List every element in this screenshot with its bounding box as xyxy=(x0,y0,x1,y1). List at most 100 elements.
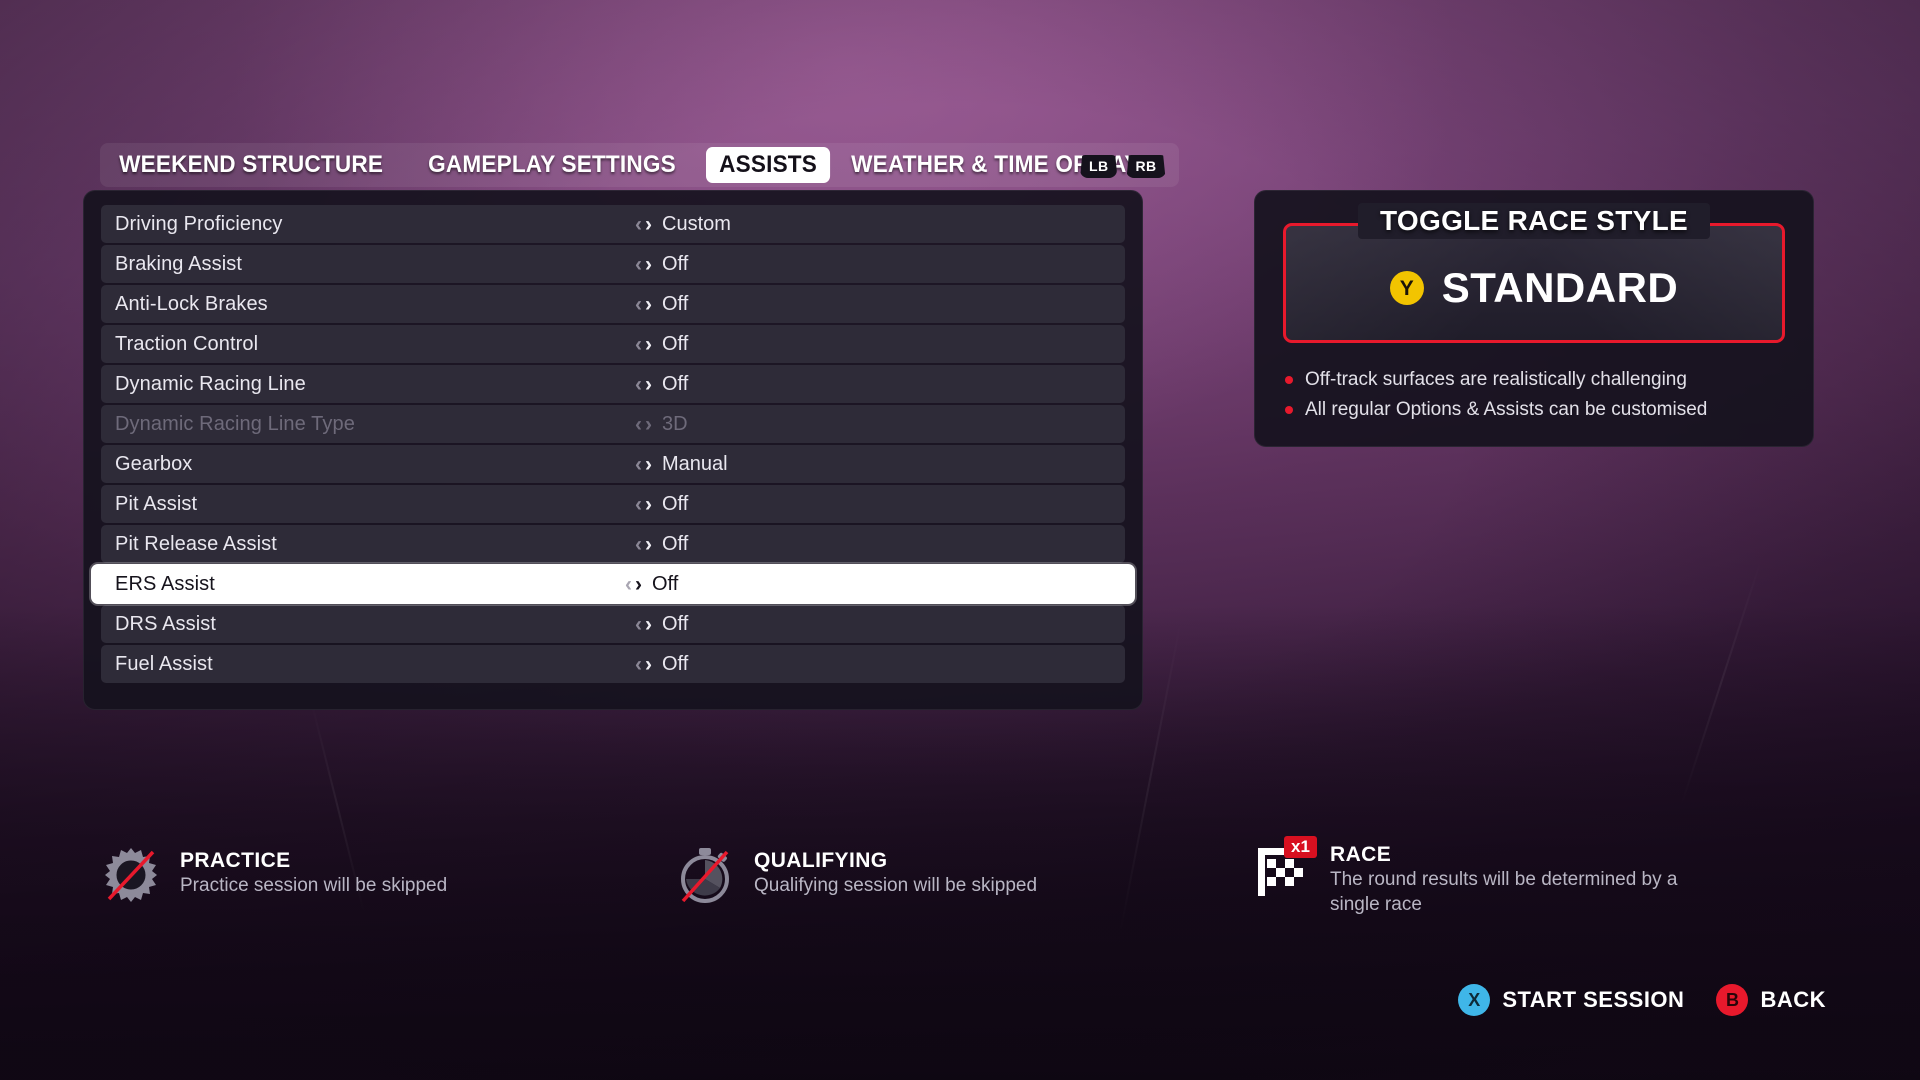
settings-row-label: Gearbox xyxy=(115,452,193,475)
settings-row[interactable]: ERS Assist ‹ › Off xyxy=(91,564,1135,604)
chevron-right-icon[interactable]: › xyxy=(645,454,652,475)
settings-row[interactable]: Anti-Lock Brakes ‹ › Off xyxy=(101,285,1125,323)
chevron-right-icon[interactable]: › xyxy=(645,294,652,315)
bullet-dot-icon xyxy=(1285,376,1293,384)
x-button-icon[interactable]: X xyxy=(1458,984,1491,1016)
settings-row[interactable]: Braking Assist ‹ › Off xyxy=(101,245,1125,283)
value-stepper: ‹ › xyxy=(635,534,652,555)
chevron-right-icon[interactable]: › xyxy=(645,334,652,355)
chevron-left-icon[interactable]: ‹ xyxy=(635,494,642,515)
tab-assists[interactable]: ASSISTS xyxy=(706,147,831,183)
rb-button-icon[interactable]: RB xyxy=(1126,155,1166,178)
chevron-left-icon[interactable]: ‹ xyxy=(635,654,642,675)
settings-row-value: Off xyxy=(662,532,689,555)
chevron-left-icon[interactable]: ‹ xyxy=(635,334,642,355)
y-button-icon[interactable]: Y xyxy=(1389,271,1424,305)
chevron-right-icon[interactable]: › xyxy=(645,654,652,675)
value-stepper: ‹ › xyxy=(635,374,652,395)
value-stepper: ‹ › xyxy=(635,654,652,675)
chevron-left-icon[interactable]: ‹ xyxy=(635,534,642,555)
settings-row-label: Dynamic Racing Line Type xyxy=(115,412,355,435)
chevron-right-icon[interactable]: › xyxy=(645,214,652,235)
settings-row-value-group: ‹ › Off xyxy=(635,293,688,316)
settings-row-value-group: ‹ › Off xyxy=(635,253,688,276)
chevron-left-icon[interactable]: ‹ xyxy=(635,214,642,235)
settings-row[interactable]: Gearbox ‹ › Manual xyxy=(101,445,1125,483)
settings-row-value: Off xyxy=(662,372,689,395)
settings-row[interactable]: Driving Proficiency ‹ › Custom xyxy=(101,205,1125,243)
session-description: The round results will be determined by … xyxy=(1330,869,1678,915)
settings-row-value: Off xyxy=(662,612,689,635)
value-stepper: ‹ › xyxy=(635,454,652,475)
chevron-right-icon[interactable]: › xyxy=(645,254,652,275)
settings-row-value: Off xyxy=(662,292,689,315)
settings-row-label: Fuel Assist xyxy=(115,652,213,675)
settings-row[interactable]: Pit Assist ‹ › Off xyxy=(101,485,1125,523)
settings-row-value-group: ‹ › Off xyxy=(635,613,688,636)
settings-row-value: Custom xyxy=(662,212,731,235)
settings-row-value: Manual xyxy=(662,452,728,475)
chevron-left-icon[interactable]: ‹ xyxy=(635,254,642,275)
value-stepper: ‹ › xyxy=(625,574,642,595)
b-button-icon[interactable]: B xyxy=(1716,984,1749,1016)
tab-weekend-structure[interactable]: WEEKEND STRUCTURE xyxy=(106,147,396,183)
settings-row-value: Off xyxy=(652,572,679,595)
chevron-left-icon[interactable]: ‹ xyxy=(625,574,632,595)
chevron-right-icon[interactable]: › xyxy=(645,414,652,435)
prompt-back[interactable]: B BACK xyxy=(1716,984,1826,1016)
settings-row[interactable]: Pit Release Assist ‹ › Off xyxy=(101,525,1125,563)
chevron-right-icon[interactable]: › xyxy=(645,534,652,555)
chevron-right-icon[interactable]: › xyxy=(645,614,652,635)
chevron-right-icon[interactable]: › xyxy=(645,374,652,395)
race-style-value: STANDARD xyxy=(1441,264,1679,311)
chevron-left-icon[interactable]: ‹ xyxy=(635,414,642,435)
chevron-right-icon[interactable]: › xyxy=(645,494,652,515)
race-count-badge: x1 xyxy=(1284,836,1317,858)
prompt-start-session[interactable]: X START SESSION xyxy=(1458,984,1684,1016)
race-style-title: TOGGLE RACE STYLE xyxy=(1380,205,1688,236)
settings-row-value-group: ‹ › Off xyxy=(635,373,688,396)
settings-row-value: Off xyxy=(662,332,689,355)
value-stepper: ‹ › xyxy=(635,214,652,235)
race-style-bullet-list: Off-track surfaces are realistically cha… xyxy=(1285,369,1707,421)
settings-row-value-group: ‹ › Custom xyxy=(635,213,731,236)
chevron-left-icon[interactable]: ‹ xyxy=(635,614,642,635)
tab-gameplay-settings[interactable]: GAMEPLAY SETTINGS xyxy=(415,147,689,183)
bullet-text: All regular Options & Assists can be cus… xyxy=(1305,399,1708,420)
settings-row-value-group: ‹ › Off xyxy=(635,533,688,556)
checkered-flag-icon: x1 xyxy=(1250,836,1317,900)
settings-row-value-group: ‹ › Off xyxy=(625,573,678,596)
list-item: Off-track surfaces are realistically cha… xyxy=(1285,369,1707,391)
action-prompt-bar: X START SESSION B BACK xyxy=(1458,984,1826,1016)
settings-row[interactable]: Traction Control ‹ › Off xyxy=(101,325,1125,363)
settings-row-label: Traction Control xyxy=(115,332,259,355)
settings-row-label: Anti-Lock Brakes xyxy=(115,292,268,315)
bullet-text: Off-track surfaces are realistically cha… xyxy=(1305,369,1687,390)
value-stepper: ‹ › xyxy=(635,614,652,635)
race-style-box[interactable]: Y STANDARD xyxy=(1283,223,1785,343)
tab-bar: WEEKEND STRUCTURE GAMEPLAY SETTINGS ASSI… xyxy=(100,143,1180,187)
chevron-left-icon[interactable]: ‹ xyxy=(635,374,642,395)
stopwatch-skipped-icon xyxy=(674,844,736,906)
session-item-practice: PRACTICE Practice session will be skippe… xyxy=(100,844,447,906)
settings-row-value-group: ‹ › 3D xyxy=(635,413,688,436)
settings-row-list: Driving Proficiency ‹ › Custom Braking Assis… xyxy=(91,205,1135,683)
value-stepper: ‹ › xyxy=(635,254,652,275)
settings-row-label: ERS Assist xyxy=(115,572,215,595)
chevron-right-icon[interactable]: › xyxy=(635,574,642,595)
settings-row[interactable]: Fuel Assist ‹ › Off xyxy=(101,645,1125,683)
settings-row-label: DRS Assist xyxy=(115,612,217,635)
assists-settings-panel: Driving Proficiency ‹ › Custom Braking Assis… xyxy=(83,190,1143,710)
race-style-info-panel: Y STANDARD TOGGLE RACE STYLE Off-track s… xyxy=(1254,190,1814,447)
settings-row-value: Off xyxy=(662,492,689,515)
chevron-left-icon[interactable]: ‹ xyxy=(635,294,642,315)
lb-button-icon[interactable]: LB xyxy=(1080,155,1118,178)
settings-row[interactable]: DRS Assist ‹ › Off xyxy=(101,605,1125,643)
bullet-dot-icon xyxy=(1285,406,1293,414)
settings-row-value: Off xyxy=(662,652,689,675)
settings-row-value: 3D xyxy=(662,412,688,435)
settings-row-label: Dynamic Racing Line xyxy=(115,372,306,395)
prompt-label: BACK xyxy=(1760,987,1826,1012)
settings-row[interactable]: Dynamic Racing Line ‹ › Off xyxy=(101,365,1125,403)
chevron-left-icon[interactable]: ‹ xyxy=(635,454,642,475)
